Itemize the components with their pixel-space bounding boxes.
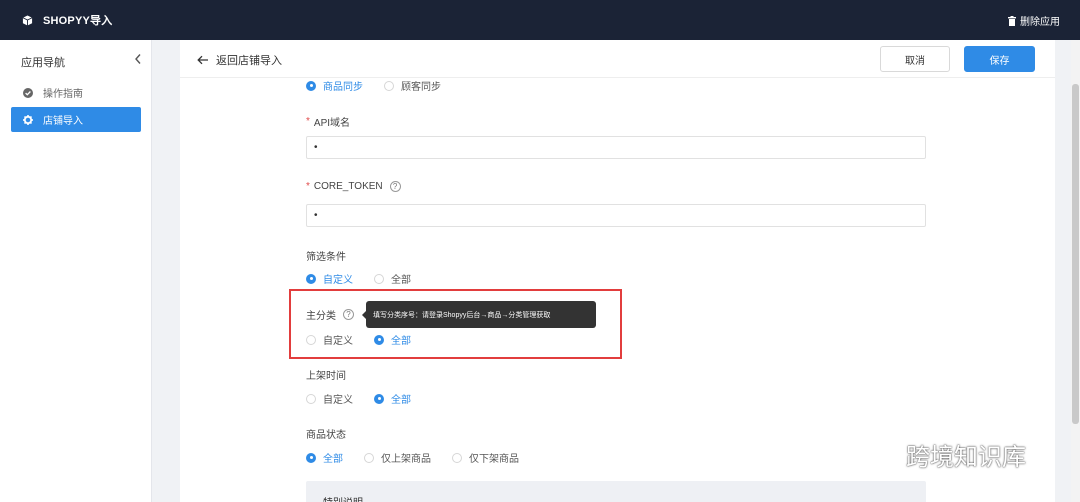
- watermark-text: 跨境知识库: [906, 442, 1026, 471]
- radio-filter-all[interactable]: 全部: [374, 271, 411, 286]
- delete-app-label: 删除应用: [1020, 17, 1060, 28]
- core-token-label-text: CORE_TOKEN: [313, 181, 383, 192]
- radio-dot: [384, 80, 394, 91]
- special-note-box: 特别说明: [306, 481, 926, 502]
- main-panel: 商品同步 顾客同步 * API域名 * CORE_TOKEN ? 筛选条件 自定…: [180, 40, 1055, 502]
- radio-dot: [374, 273, 384, 284]
- radio-dot: [306, 80, 316, 91]
- core-token-input[interactable]: [306, 204, 926, 227]
- collapse-chevron-icon[interactable]: [133, 53, 143, 65]
- radio-listing-custom[interactable]: 自定义: [306, 391, 353, 406]
- radio-status-all[interactable]: 全部: [306, 450, 343, 465]
- radio-listing-all[interactable]: 全部: [374, 391, 411, 406]
- top-bar: SHOPYY导入 删除应用: [0, 0, 1080, 40]
- help-question-icon[interactable]: ?: [389, 181, 401, 192]
- radio-customer-sync[interactable]: 顾客同步: [384, 78, 441, 93]
- scrollbar-thumb[interactable]: [1072, 84, 1079, 424]
- save-button[interactable]: 保存: [964, 46, 1035, 72]
- listing-time-radio-group: 自定义 全部: [306, 391, 432, 406]
- filter-radio-group: 自定义 全部: [306, 271, 432, 286]
- radio-status-listed[interactable]: 仅上架商品: [364, 450, 431, 465]
- radio-dot: [306, 393, 316, 404]
- api-domain-input[interactable]: [306, 136, 926, 159]
- product-status-radio-group: 全部 仅上架商品 仅下架商品: [306, 450, 540, 465]
- required-asterisk: *: [306, 181, 310, 192]
- api-domain-label: * API域名: [306, 114, 350, 129]
- radio-dot: [452, 452, 462, 463]
- delete-app-button[interactable]: 删除应用: [1008, 13, 1060, 28]
- radio-dot: [364, 452, 374, 463]
- radio-label: 全部: [391, 395, 411, 406]
- radio-label: 全部: [391, 275, 411, 286]
- radio-status-unlisted[interactable]: 仅下架商品: [452, 450, 519, 465]
- sidebar-item-store-import[interactable]: 店铺导入: [11, 107, 141, 132]
- arrow-left-icon: [197, 55, 209, 65]
- radio-filter-custom[interactable]: 自定义: [306, 271, 353, 286]
- scrollbar[interactable]: [1071, 40, 1080, 502]
- page-header: 返回店铺导入 取消 保存: [180, 40, 1055, 78]
- radio-dot: [374, 393, 384, 404]
- sync-type-radio-group: 商品同步 顾客同步: [306, 78, 462, 93]
- radio-dot: [306, 273, 316, 284]
- api-domain-label-text: API域名: [313, 118, 351, 129]
- cube-logo-icon: [22, 14, 33, 26]
- sidebar-item-label: 操作指南: [43, 89, 83, 100]
- sidebar-item-guide[interactable]: 操作指南: [11, 80, 141, 105]
- note-title: 特别说明: [323, 494, 363, 502]
- radio-label: 顾客同步: [401, 82, 441, 93]
- sidebar-heading: 应用导航: [21, 57, 65, 69]
- gear-icon: [23, 114, 33, 125]
- filter-label: 筛选条件: [306, 252, 346, 263]
- core-token-label: * CORE_TOKEN ?: [306, 181, 401, 192]
- cancel-button[interactable]: 取消: [880, 46, 950, 72]
- product-status-label: 商品状态: [306, 430, 346, 441]
- listing-time-label: 上架时间: [306, 371, 346, 382]
- highlight-box: [289, 289, 622, 359]
- radio-product-sync[interactable]: 商品同步: [306, 78, 363, 93]
- radio-label: 全部: [323, 454, 343, 465]
- radio-label: 商品同步: [323, 82, 363, 93]
- back-link[interactable]: 返回店铺导入: [197, 52, 282, 68]
- watermark: 跨境知识库: [848, 434, 1026, 474]
- radio-dot: [306, 452, 316, 463]
- radio-label: 自定义: [323, 395, 353, 406]
- sidebar: 应用导航 操作指南 店铺导入: [0, 40, 152, 502]
- sidebar-item-label: 店铺导入: [43, 116, 83, 127]
- app-title: SHOPYY导入: [43, 15, 113, 27]
- radio-label: 仅上架商品: [381, 454, 431, 465]
- radio-label: 仅下架商品: [469, 454, 519, 465]
- radio-label: 自定义: [323, 275, 353, 286]
- trash-icon: [1008, 15, 1016, 26]
- wechat-logo-icon: [849, 436, 897, 472]
- check-circle-icon: [23, 87, 33, 98]
- back-link-label: 返回店铺导入: [216, 55, 282, 67]
- required-asterisk: *: [306, 116, 310, 127]
